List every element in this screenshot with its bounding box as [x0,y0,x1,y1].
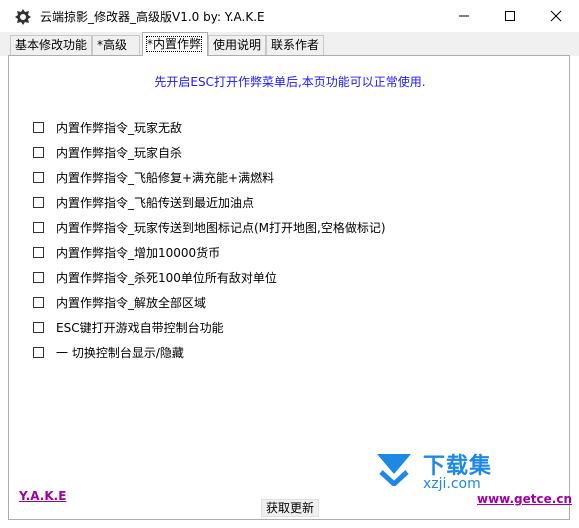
watermark: 下载集 xzji.com www.getce.cn [365,440,572,515]
tab-label: 联系作者 [271,38,320,52]
checkbox[interactable] [33,121,44,133]
checkbox[interactable] [33,196,44,208]
maximize-button[interactable] [487,0,533,32]
option-label: 内置作弊指令_玩家无敌 [56,120,183,135]
option-ship-teleport-fuel[interactable]: 内置作弊指令_飞船传送到最近加油点 [33,194,254,210]
minimize-icon [459,15,469,17]
option-label: 内置作弊指令_增加10000货币 [56,245,221,260]
checkbox[interactable] [33,321,44,333]
checkbox[interactable] [33,146,44,158]
option-label: 内置作弊指令_玩家传送到地图标记点(M打开地图,空格做标记) [56,220,386,235]
option-label: 内置作弊指令_飞船传送到最近加油点 [56,195,255,210]
option-label: 内置作弊指令_杀死100单位所有敌对单位 [56,270,277,285]
option-unlock-regions[interactable]: 内置作弊指令_解放全部区域 [33,294,206,310]
watermark-domain: xzji.com [423,476,481,492]
tab-contact-author[interactable]: 联系作者 [266,35,324,55]
option-player-invincible[interactable]: 内置作弊指令_玩家无敌 [33,119,182,135]
window-title: 云端掠影_修改器_高级版V1.0 by: Y.A.K.E [40,10,265,24]
tab-advanced[interactable]: *高级 [92,35,140,55]
title-bar: 云端掠影_修改器_高级版V1.0 by: Y.A.K.E [0,0,579,32]
download-arrow-icon [377,454,411,486]
option-toggle-console[interactable]: 一 切换控制台显示/隐藏 [33,344,184,360]
option-label: 内置作弊指令_飞船修复+满充能+满燃料 [56,170,275,185]
close-button[interactable] [533,0,579,32]
checkbox[interactable] [33,221,44,233]
tab-strip: 基本修改功能 *高级 *内置作弊 使用说明 联系作者 [0,32,579,56]
tab-basic[interactable]: 基本修改功能 [10,35,92,55]
option-label: 一 切换控制台显示/隐藏 [56,345,184,360]
checkbox[interactable] [33,346,44,358]
tab-label: 使用说明 [213,38,262,52]
option-kill-enemies[interactable]: 内置作弊指令_杀死100单位所有敌对单位 [33,269,277,285]
option-add-currency[interactable]: 内置作弊指令_增加10000货币 [33,244,220,260]
checkbox[interactable] [33,171,44,183]
tab-label: *内置作弊 [145,36,203,52]
option-player-teleport-marker[interactable]: 内置作弊指令_玩家传送到地图标记点(M打开地图,空格做标记) [33,219,386,235]
get-update-button[interactable]: 获取更新 [261,499,320,517]
maximize-icon [505,11,515,21]
notice-text: 先开启ESC打开作弊菜单后,本页功能可以正常使用. [154,75,426,89]
option-player-suicide[interactable]: 内置作弊指令_玩家自杀 [33,144,182,160]
option-label: 内置作弊指令_玩家自杀 [56,145,183,160]
option-ship-repair[interactable]: 内置作弊指令_飞船修复+满充能+满燃料 [33,169,274,185]
tab-label: *高级 [97,38,128,52]
tab-instructions[interactable]: 使用说明 [208,35,266,55]
option-esc-console[interactable]: ESC键打开游戏自带控制台功能 [33,319,224,335]
tab-label: 基本修改功能 [15,38,88,52]
tab-builtin-cheats[interactable]: *内置作弊 [142,32,208,56]
close-icon [550,10,562,22]
author-link[interactable]: Y.A.K.E [19,489,66,503]
option-label: 内置作弊指令_解放全部区域 [56,295,207,310]
checkbox[interactable] [33,246,44,258]
option-label: ESC键打开游戏自带控制台功能 [56,320,224,335]
checkbox[interactable] [33,271,44,283]
minimize-button[interactable] [441,0,487,32]
app-logo-icon [15,9,31,25]
checkbox[interactable] [33,296,44,308]
website-link[interactable]: www.getce.cn [477,492,572,506]
